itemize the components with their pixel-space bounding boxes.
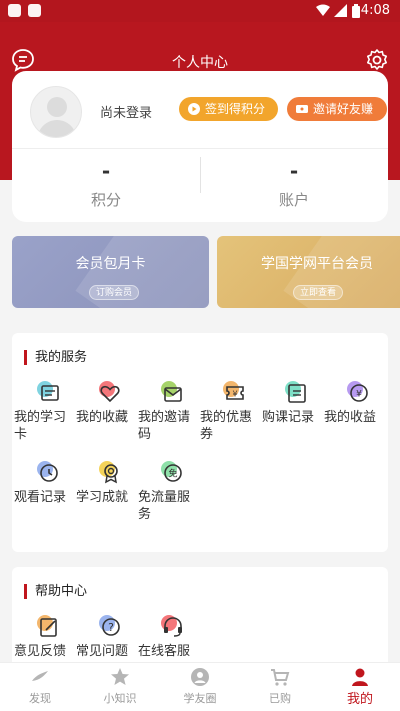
account-value: - <box>289 159 299 183</box>
svg-text:¥: ¥ <box>356 390 362 400</box>
invite-label: 邀请好友赚 <box>313 102 374 116</box>
service-label: 我的收藏 <box>76 410 129 425</box>
account-label: 账户 <box>278 191 309 209</box>
clock-time: 4:08 <box>360 3 390 18</box>
purchase-record-icon <box>285 381 306 403</box>
star-icon <box>111 668 129 685</box>
medal-icon <box>99 461 118 484</box>
tab-friends[interactable]: 学友圈 <box>160 663 240 711</box>
signal-icon <box>334 4 347 17</box>
sign-in-label: 签到得积分 <box>205 102 266 116</box>
clock-icon <box>37 461 58 482</box>
tab-purchased[interactable]: 已购 <box>240 663 320 711</box>
divider <box>12 148 388 149</box>
svg-text:¥: ¥ <box>232 390 237 399</box>
tab-mine[interactable]: 我的 <box>320 663 400 711</box>
banner-title: 会员包月卡 <box>75 256 146 272</box>
free-data-icon: 免 <box>161 461 182 482</box>
svg-text:?: ? <box>108 621 114 634</box>
service-label: 观看记录 <box>14 490 67 505</box>
battery-icon <box>352 4 360 18</box>
friends-icon <box>191 668 209 686</box>
cart-icon <box>271 669 290 686</box>
help-label: 意见反馈 <box>14 644 67 659</box>
service-label: 我的学习卡 <box>14 410 67 442</box>
feedback-icon <box>37 615 57 637</box>
sign-in-points-button[interactable]: 签到得积分 <box>179 97 278 121</box>
page-title: 个人中心 <box>172 55 228 71</box>
service-label: 我的邀请码 <box>138 410 191 442</box>
tab-discover[interactable]: 发现 <box>0 663 80 711</box>
wifi-icon <box>316 4 330 16</box>
help-label: 在线客服 <box>138 644 191 659</box>
account-stat[interactable]: - 账户 <box>200 159 388 210</box>
avatar[interactable] <box>30 86 82 138</box>
customer-service-icon <box>161 615 182 637</box>
gear-icon[interactable] <box>365 48 389 72</box>
notification-icon <box>8 4 21 17</box>
profile-card: 尚未登录 签到得积分 邀请好友赚 - 积分 - 账户 <box>12 71 388 222</box>
banner-title: 学国学网平台会员 <box>261 256 373 272</box>
service-label: 我的收益 <box>324 410 377 425</box>
service-label: 我的优惠券 <box>200 410 253 442</box>
user-icon <box>352 668 368 686</box>
play-icon <box>188 103 200 115</box>
view-now-button[interactable]: 立即查看 <box>293 285 344 300</box>
discover-icon <box>32 671 48 681</box>
tab-label: 小知识 <box>103 692 137 705</box>
points-stat[interactable]: - 积分 <box>12 159 200 210</box>
tab-label: 学友圈 <box>183 692 217 705</box>
service-label: 免流量服务 <box>138 490 191 522</box>
bottom-tab-bar: 发现 小知识 学友圈 已购 我的 <box>0 662 400 711</box>
points-label: 积分 <box>90 191 121 209</box>
subscribe-button[interactable]: 订购会员 <box>89 285 140 300</box>
question-icon: ? <box>99 615 120 636</box>
default-avatar-icon <box>37 97 77 137</box>
earnings-icon: ¥ <box>347 381 368 402</box>
notification-icon <box>28 4 41 17</box>
login-status[interactable]: 尚未登录 <box>100 102 152 121</box>
monthly-membership-banner[interactable]: 会员包月卡 订购会员 <box>12 236 209 308</box>
invite-friends-button[interactable]: 邀请好友赚 <box>287 97 387 121</box>
tab-label: 发现 <box>29 692 51 705</box>
section-title: 帮助中心 <box>24 584 87 599</box>
tab-knowledge[interactable]: 小知识 <box>80 663 160 711</box>
svg-text:免: 免 <box>168 468 177 480</box>
tab-label: 我的 <box>346 692 373 707</box>
section-title: 我的服务 <box>24 350 87 365</box>
ticket-icon <box>296 105 308 113</box>
status-bar: 4:08 <box>0 0 400 22</box>
platform-membership-banner[interactable]: 学国学网平台会员 立即查看 <box>217 236 400 308</box>
coupon-icon: ¥ <box>223 381 244 400</box>
tab-label: 已购 <box>269 692 291 705</box>
service-label: 学习成就 <box>76 490 129 505</box>
study-card-icon <box>37 381 59 401</box>
help-label: 常见问题 <box>76 644 129 659</box>
points-value: - <box>101 159 111 183</box>
service-label: 购课记录 <box>262 410 315 425</box>
heart-icon <box>99 381 120 403</box>
invite-code-icon <box>161 381 182 402</box>
my-services-section: 我的服务 我的学习卡 我的收藏 我的邀请码 ¥ 我的优惠券 购课记录 ¥ 我的收… <box>12 333 388 552</box>
help-center-section: 帮助中心 意见反馈 ? 常见问题 在线客服 <box>12 567 388 677</box>
